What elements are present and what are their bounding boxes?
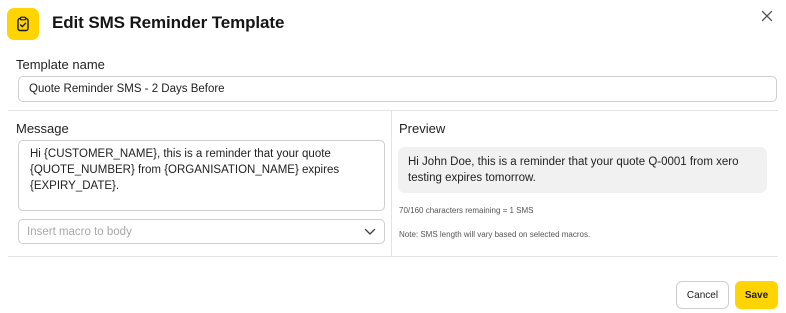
dialog-title: Edit SMS Reminder Template	[52, 13, 285, 32]
insert-macro-placeholder: Insert macro to body	[27, 225, 132, 238]
chevron-down-icon	[364, 223, 376, 241]
preview-label: Preview	[399, 121, 446, 136]
sms-preview-bubble: Hi John Doe, this is a reminder that you…	[398, 147, 767, 193]
sms-length-note: Note: SMS length will vary based on sele…	[399, 230, 591, 239]
template-name-label: Template name	[16, 57, 105, 72]
message-label: Message	[16, 121, 69, 136]
template-name-input[interactable]	[18, 76, 777, 102]
column-divider	[391, 110, 392, 256]
character-count: 70/160 characters remaining = 1 SMS	[399, 206, 534, 215]
clipboard-check-icon	[7, 8, 39, 40]
insert-macro-select[interactable]: Insert macro to body	[18, 219, 385, 244]
cancel-button[interactable]: Cancel	[676, 281, 729, 309]
close-icon[interactable]	[758, 7, 776, 25]
section-divider-bottom	[8, 256, 778, 257]
message-body-textarea[interactable]: Hi {CUSTOMER_NAME}, this is a reminder t…	[18, 140, 385, 211]
section-divider-top	[8, 110, 778, 111]
save-button[interactable]: Save	[735, 281, 778, 309]
